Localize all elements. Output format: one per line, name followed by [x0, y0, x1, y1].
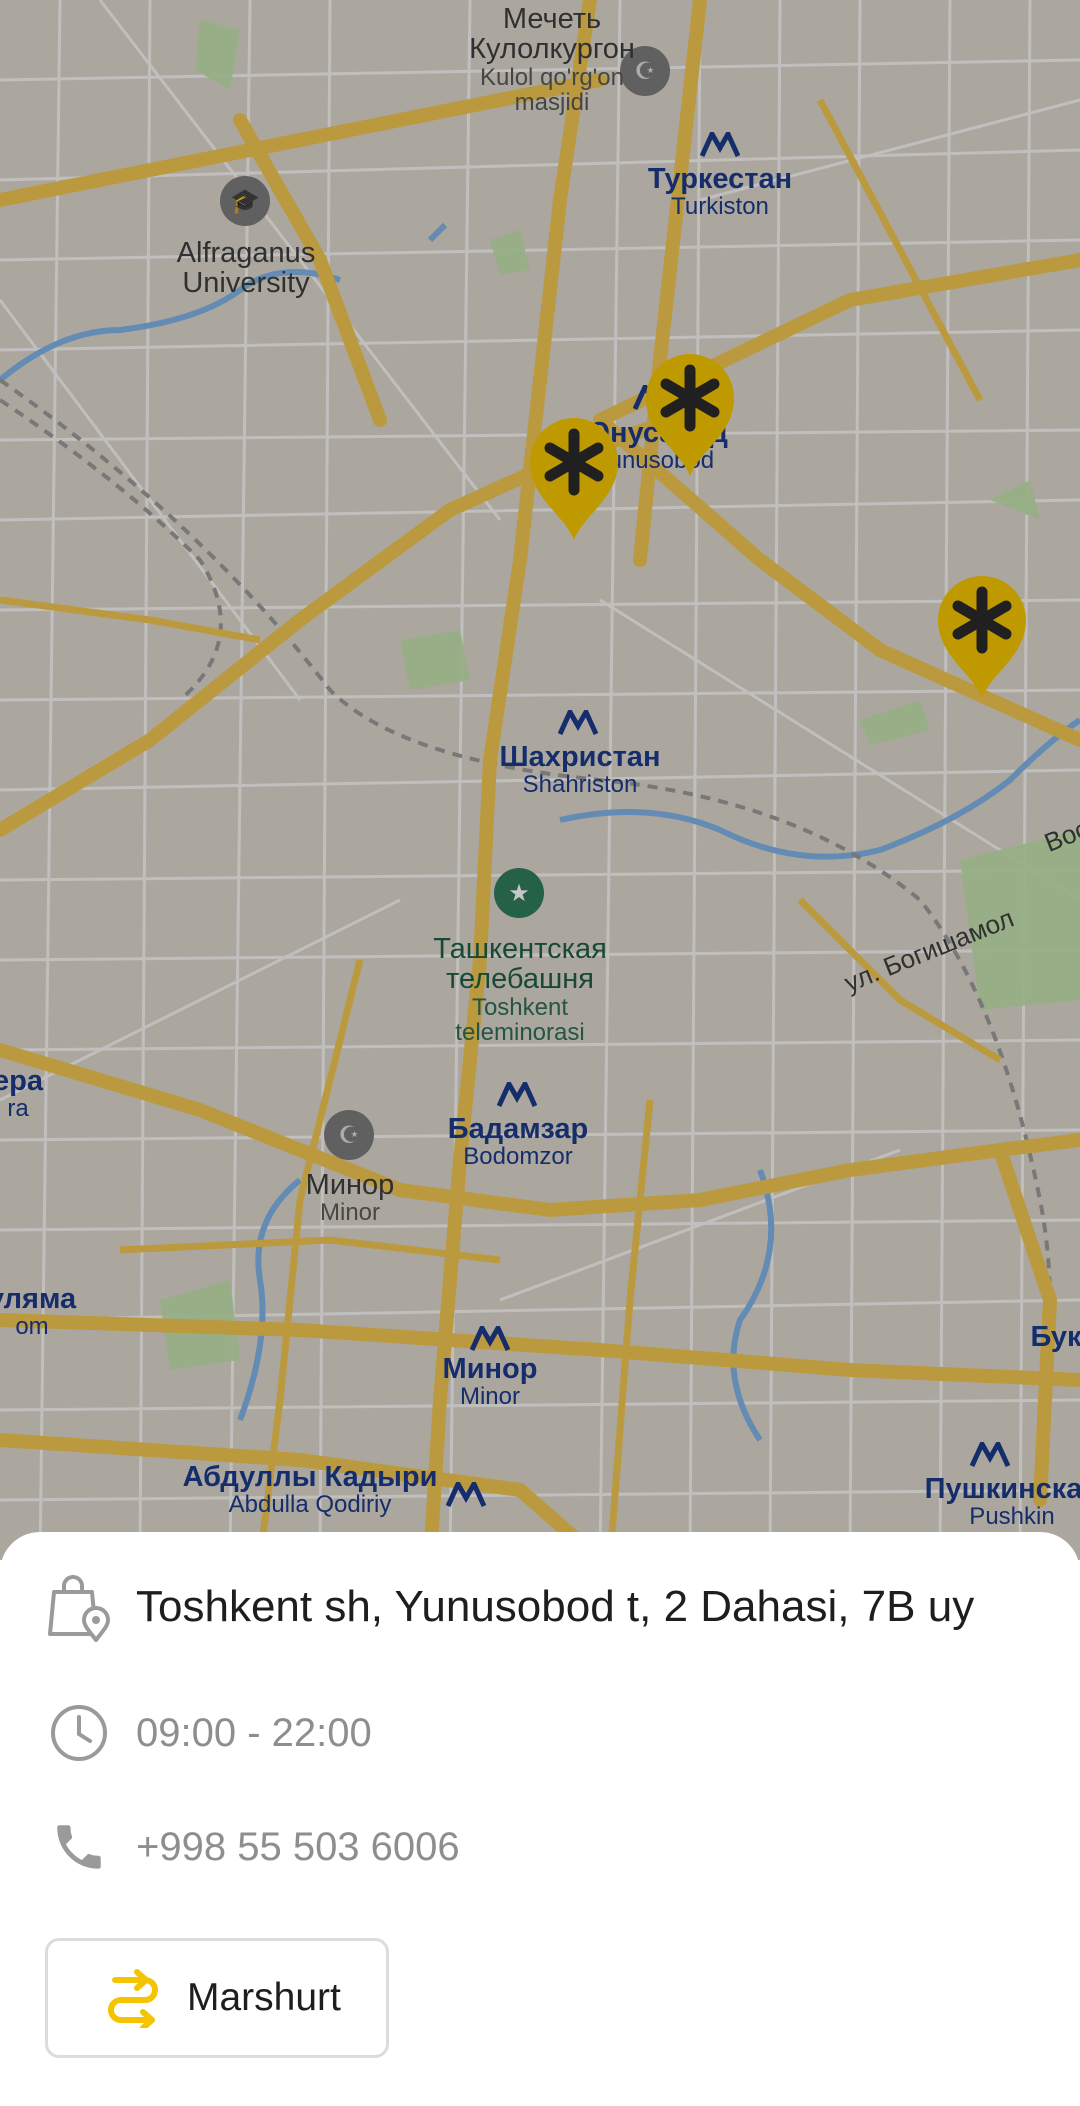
label-text: Мечеть	[502, 3, 602, 35]
address-row: Toshkent sh, Yunusobod t, 2 Dahasi, 7B u…	[44, 1572, 974, 1642]
label-text: ера	[0, 1065, 43, 1097]
label-text: ra	[7, 1095, 29, 1123]
label-text: Минор	[442, 1353, 538, 1385]
clock-icon	[44, 1698, 114, 1768]
metro-icon	[700, 132, 740, 158]
map-label-left-edge: ера ra	[0, 1066, 43, 1122]
store-details-sheet: Toshkent sh, Yunusobod t, 2 Dahasi, 7B u…	[0, 1532, 1080, 2106]
label-text: Пушкинская	[924, 1473, 1080, 1505]
label-text: Shahriston	[522, 771, 638, 799]
label-text: Ташкентская	[433, 933, 607, 965]
map-label-alfraganus: Alfraganus University	[177, 238, 316, 299]
label-text: om	[15, 1313, 49, 1341]
map-label-minor-metro: Минор Minor	[443, 1354, 538, 1410]
map-label-tv-tower: Ташкентская телебашня Toshkent teleminor…	[433, 933, 607, 1047]
map-label-abdulla-qodiriy: Абдуллы Кадыри Abdulla Qodiriy	[183, 1462, 438, 1518]
label-text: Бук	[1030, 1321, 1080, 1353]
map-label-right-edge: Бук	[1030, 1321, 1080, 1353]
map-label-left-edge: уляма om	[0, 1284, 76, 1340]
label-text: masjidi	[514, 89, 590, 117]
metro-icon	[470, 1326, 510, 1352]
metro-icon	[446, 1482, 486, 1508]
university-icon[interactable]: 🎓	[220, 176, 270, 226]
label-text: Abdulla Qodiriy	[228, 1491, 392, 1519]
label-text: Turkiston	[671, 193, 769, 221]
label-text: Alfraganus	[176, 237, 316, 269]
label-text: Kulol qo'rg'on	[480, 63, 624, 91]
label-text: Туркестан	[647, 163, 793, 195]
store-marker-2[interactable]	[524, 414, 624, 544]
store-address: Toshkent sh, Yunusobod t, 2 Dahasi, 7B u…	[136, 1582, 975, 1631]
label-text: teleminorasi	[455, 1019, 585, 1047]
label-text: Кулолкургон	[469, 33, 635, 66]
metro-icon	[558, 710, 598, 736]
metro-icon	[497, 1082, 537, 1108]
landmark-star-icon[interactable]: ★	[494, 868, 544, 918]
label-text: Minor	[459, 1383, 520, 1411]
phone-icon	[44, 1812, 114, 1882]
label-text: Минор	[305, 1169, 395, 1201]
store-phone[interactable]: +998 55 503 6006	[136, 1825, 460, 1870]
store-hours: 09:00 - 22:00	[136, 1710, 372, 1755]
label-text: University	[182, 267, 310, 300]
label-text: Minor	[319, 1199, 381, 1227]
phone-row[interactable]: +998 55 503 6006	[44, 1812, 460, 1882]
label-text: уляма	[0, 1283, 77, 1315]
route-icon	[93, 1968, 173, 2028]
label-text: Бадамзар	[447, 1113, 589, 1145]
hours-row: 09:00 - 22:00	[44, 1698, 372, 1768]
shopping-bag-location-icon	[44, 1572, 114, 1642]
label-text: Шахристан	[499, 741, 661, 773]
label-text: Абдуллы Кадыри	[182, 1461, 438, 1493]
label-text: телебашня	[446, 963, 594, 996]
store-marker-1[interactable]	[640, 350, 740, 480]
metro-icon	[970, 1442, 1010, 1468]
label-text: Pushkin	[969, 1503, 1055, 1531]
label-text: Bodomzor	[463, 1143, 573, 1171]
route-button-label: Marshurt	[187, 1976, 341, 2019]
map-label-pushkin: Пушкинская Pushkin	[925, 1474, 1080, 1530]
map-view[interactable]: ☪ 🎓 ★ ☪ Мечеть Кулолкургон Kulol qo'rg'o…	[0, 0, 1080, 1560]
map-label-bodomzor: Бадамзар Bodomzor	[448, 1114, 588, 1170]
mosque-icon[interactable]: ☪	[324, 1110, 374, 1160]
map-label-mosque: Мечеть Кулолкургон Kulol qo'rg'on masjid…	[469, 3, 635, 117]
label-text: Toshkent	[471, 993, 569, 1021]
map-label-turkiston: Туркестан Turkiston	[648, 164, 792, 220]
map-label-minor-mosque: Минор Minor	[306, 1170, 395, 1226]
store-marker-3[interactable]	[932, 572, 1032, 702]
route-button[interactable]: Marshurt	[45, 1938, 389, 2058]
map-label-shahriston: Шахристан Shahriston	[500, 742, 661, 798]
